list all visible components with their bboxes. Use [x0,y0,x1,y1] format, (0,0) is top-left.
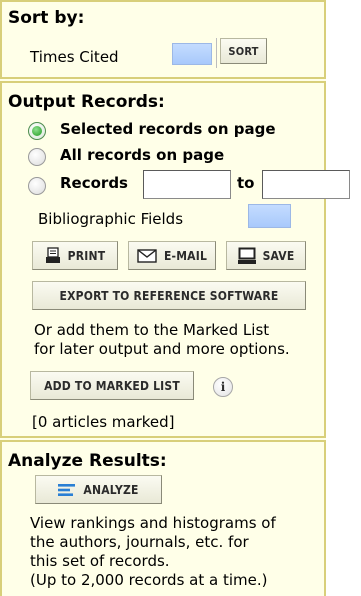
marked-list-hint-line1: Or add them to the Marked List [34,321,270,339]
computer-icon [237,247,256,264]
records-from-input[interactable] [143,170,231,199]
analyze-button[interactable]: ANALYZE [35,475,162,504]
analyze-button-label: ANALYZE [83,482,139,497]
radio-records-range[interactable] [28,177,46,195]
bibliographic-fields-label: Bibliographic Fields [38,210,184,228]
sort-button[interactable]: SORT [220,38,267,64]
sort-heading: Sort by: [8,8,85,28]
email-button[interactable]: E-MAIL [128,241,216,270]
info-icon[interactable]: i [213,377,233,397]
records-to-label: to [237,174,255,192]
marked-count-text: [0 articles marked] [32,413,175,431]
records-to-input[interactable] [262,170,350,199]
radio-selected-records-label: Selected records on page [60,120,276,138]
analyze-heading: Analyze Results: [8,451,167,471]
analyze-desc-line4: (Up to 2,000 records at a time.) [30,571,268,589]
print-button-label: PRINT [67,248,106,263]
save-button[interactable]: SAVE [226,241,306,270]
bars-icon [58,483,76,497]
sort-field-dropdown[interactable] [172,43,212,65]
separator [216,38,217,68]
export-reference-software-button[interactable]: EXPORT TO REFERENCE SOFTWARE [32,281,306,310]
analyze-desc-line3: this set of records. [30,552,170,570]
email-button-label: E-MAIL [163,248,208,263]
output-heading: Output Records: [8,92,165,112]
sort-field-value: Times Cited [30,48,119,66]
radio-all-records[interactable] [28,148,46,166]
bibliographic-fields-dropdown[interactable] [248,204,291,228]
radio-all-records-label: All records on page [60,146,225,164]
print-button[interactable]: PRINT [32,241,118,270]
save-button-label: SAVE [262,248,295,263]
printer-icon [45,247,61,264]
radio-records-range-label: Records [60,174,128,192]
marked-list-hint-line2: for later output and more options. [34,340,290,358]
analyze-desc-line2: the authors, journals, etc. for [30,533,249,551]
radio-selected-records[interactable] [28,122,46,140]
envelope-icon [137,248,157,263]
analyze-desc-line1: View rankings and histograms of [30,514,276,532]
results-side-panel: Sort by: Times Cited SORT Output Records… [0,0,350,596]
add-to-marked-list-button[interactable]: ADD TO MARKED LIST [30,371,194,400]
